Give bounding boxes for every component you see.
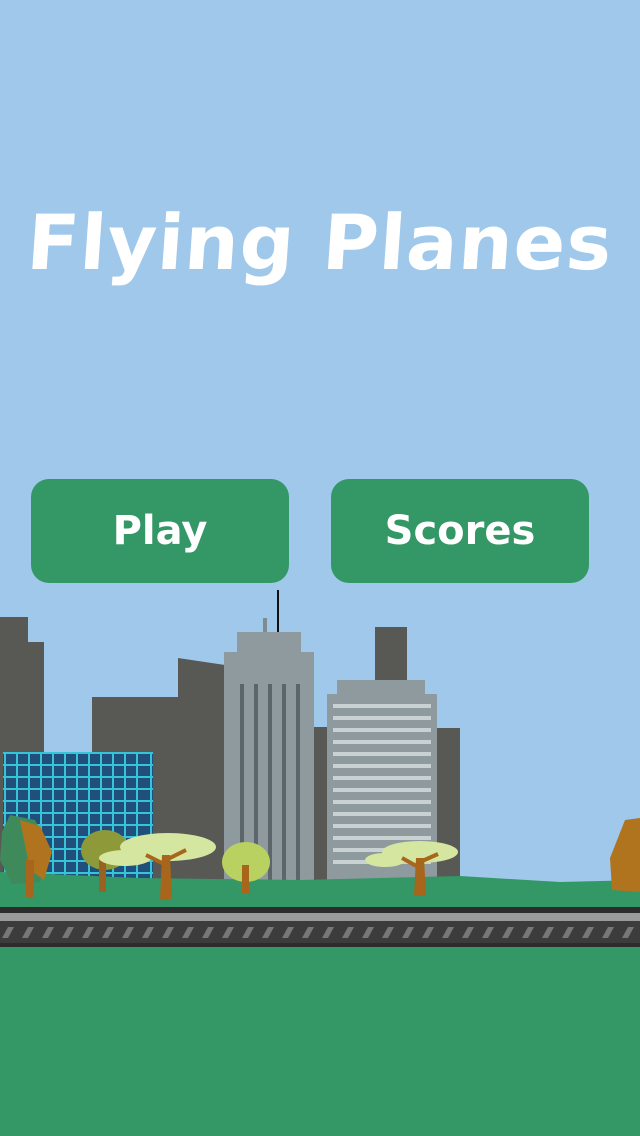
- tall-tower: [224, 590, 314, 880]
- lower-ground: [0, 947, 640, 1136]
- railway-track: [0, 907, 640, 947]
- tree-right-orange: [610, 818, 640, 892]
- city-scenery: [0, 590, 640, 1136]
